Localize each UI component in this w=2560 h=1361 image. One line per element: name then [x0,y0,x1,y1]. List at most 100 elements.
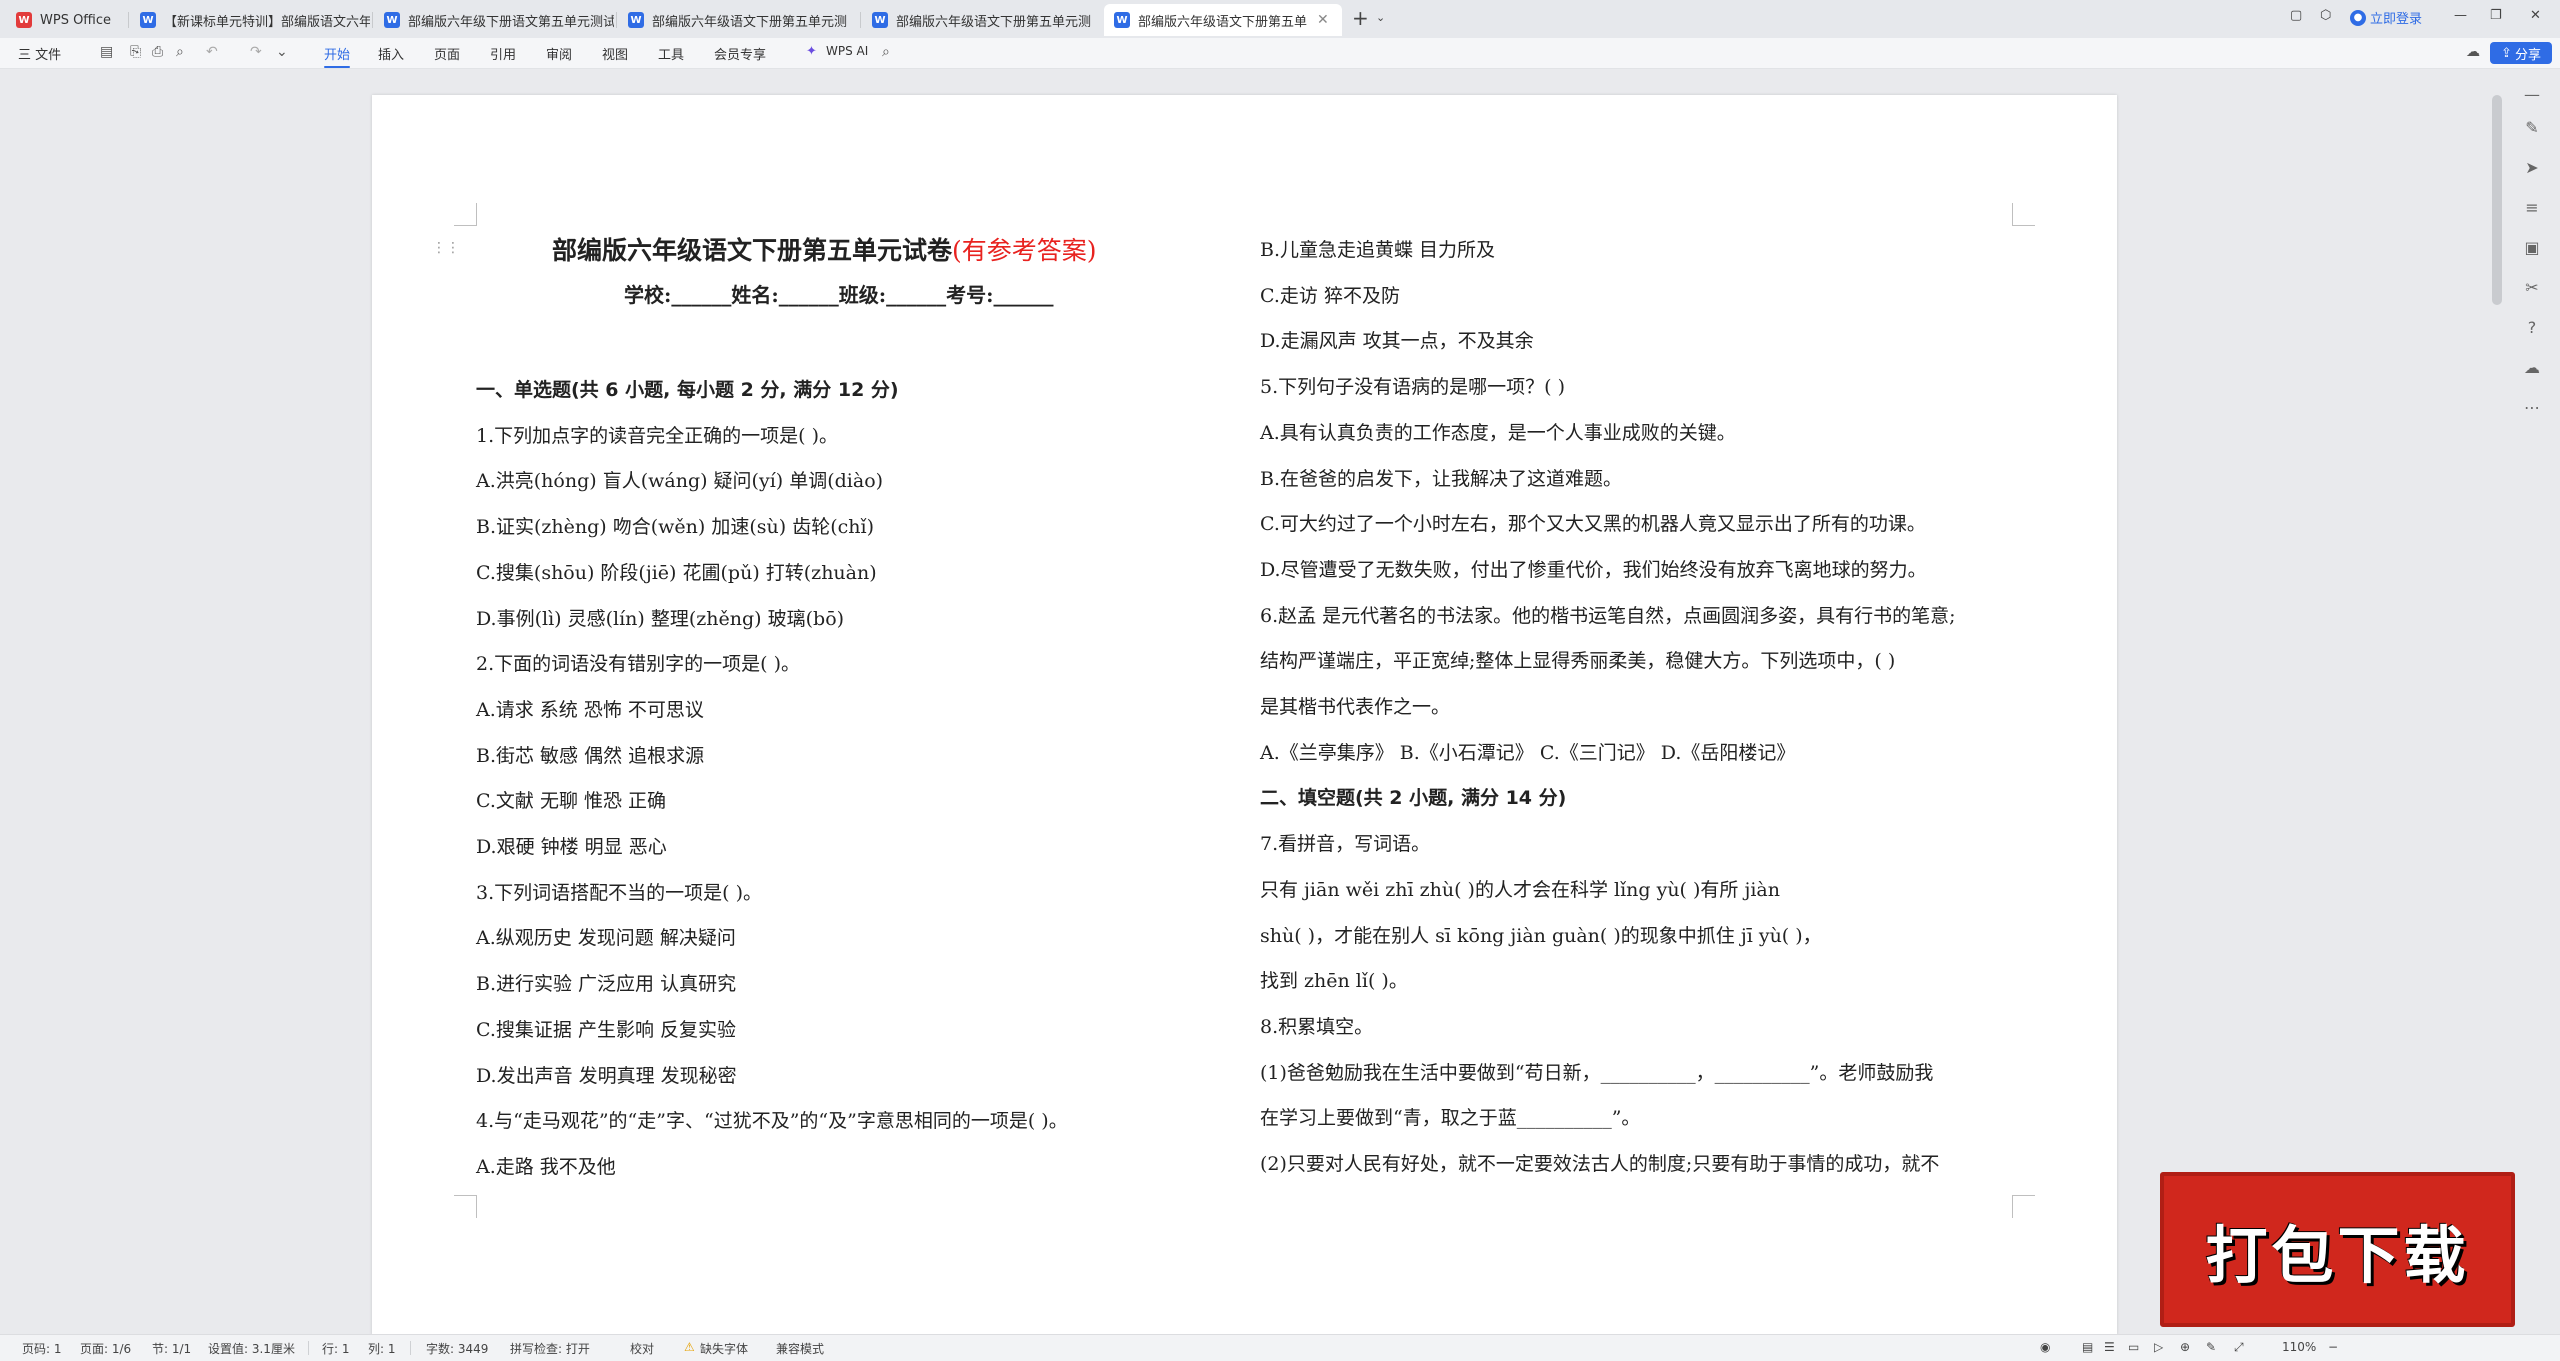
chevron-down-icon[interactable]: ⌄ [1376,11,1385,24]
vertical-scrollbar[interactable] [2492,95,2502,305]
wps-ai-button[interactable]: WPS AI [826,44,868,58]
page-view-icon[interactable]: ▤ [2082,1340,2093,1354]
share-icon: ⇪ [2501,45,2512,61]
web-view-icon[interactable]: ⊕ [2180,1340,2190,1354]
minimize-icon[interactable]: — [2454,8,2467,23]
tab-insert[interactable]: 插入 [378,44,404,63]
window-layout-icon[interactable]: ▢ [2290,8,2302,23]
cloud-icon[interactable]: ☁ [2518,358,2546,377]
tab-label: 部编版六年级下册语文第五单元测试 [408,14,614,30]
download-banner[interactable]: 打包下载 [2160,1172,2515,1327]
print-icon[interactable]: ⎙ [152,44,163,60]
cloud-sync-icon[interactable]: ☁ [2466,44,2480,60]
fit-screen-icon[interactable]: ⤢ [2234,1340,2244,1355]
question-line: 找到 zhēn lǐ( )。 [1260,970,1408,993]
question-line: (2)只要对人民有好处，就不一定要效法古人的制度;只要有助于事情的成功，就不 [1260,1153,1940,1175]
question-line: D.尽管遭受了无数失败，付出了惨重代价，我们始终没有放弃飞离地球的努力。 [1260,558,1927,581]
eye-icon[interactable]: ◉ [2040,1340,2050,1354]
close-icon[interactable]: • [857,12,858,28]
document-page[interactable]: 部编版六年级语文下册第五单元试卷(有参考答案) 学校:______姓名:____… [372,95,2117,1335]
file-menu[interactable]: 三 文件 [18,44,61,63]
question-line: D.事例(lì) 灵感(lín) 整理(zhěng) 玻璃(bō) [476,607,845,630]
tab-review[interactable]: 审阅 [546,44,572,63]
question-line: 3.下列词语搭配不当的一项是( )。 [476,881,762,904]
wps-logo-icon: W [16,12,32,28]
more-icon[interactable]: ⋯ [2518,398,2546,417]
cube-icon[interactable]: ⬡ [2320,8,2331,23]
close-window-icon[interactable]: ✕ [2530,8,2541,23]
new-tab-plus-icon[interactable]: + [1352,6,1369,30]
tab-label: 【新课标单元特训】部编版语文六年 [164,14,370,30]
tab-tools[interactable]: 工具 [658,44,684,63]
tab-view[interactable]: 视图 [602,44,628,63]
chevron-down-icon[interactable]: ⌄ [276,44,288,60]
zoom-level[interactable]: 110% [2282,1340,2316,1354]
play-icon[interactable]: ▷ [2154,1340,2163,1354]
close-icon[interactable]: • [1101,12,1102,28]
status-missing-font[interactable]: 缺失字体 [700,1340,748,1357]
question-line: B.证实(zhèng) 吻合(wěn) 加速(sù) 齿轮(chǐ) [476,516,874,539]
status-page-number: 页码: 1 [22,1342,62,1356]
status-compat-mode: 兼容模式 [776,1342,825,1356]
new-doc-icon[interactable]: ▤ [100,44,113,60]
tab-document-active[interactable]: W 部编版六年级语文下册第五单 ✕ [1104,4,1342,36]
drag-handle-icon[interactable]: ⋮⋮ [432,240,460,256]
ribbon-menu-bar: 三 文件 ▤ ⎘ ⎙ ⌕ ↶ ↷ ⌄ 开始 插入 页面 引用 审阅 视图 工具 … [0,38,2560,69]
question-line: 结构严谨端庄，平正宽绰;整体上显得秀丽柔美，稳健大方。下列选项中，( ) [1260,650,1896,673]
question-line: C.文献 无聊 惟恐 正确 [476,790,667,813]
edit-pen-icon[interactable]: ✎ [2518,118,2546,137]
title-tab-bar: W WPS Office W 【新课标单元特训】部编版语文六年 W 部编版六年级… [0,0,2560,39]
restore-icon[interactable]: ❐ [2490,8,2502,23]
share-button[interactable]: ⇪ 分享 [2490,42,2552,64]
search-icon[interactable]: ⌕ [882,44,890,60]
tab-references[interactable]: 引用 [490,44,516,63]
status-page-count: 页面: 1/6 [80,1342,132,1356]
adjust-icon[interactable]: ≡ [2518,198,2546,217]
tab-document-2[interactable]: W 部编版六年级下册语文第五单元测试 [374,4,614,36]
read-view-icon[interactable]: ▭ [2128,1340,2139,1354]
tab-document-1[interactable]: W 【新课标单元特训】部编版语文六年 [130,4,370,36]
pen-view-icon[interactable]: ✎ [2206,1340,2216,1354]
tab-member[interactable]: 会员专享 [714,44,766,63]
status-column: 列: 1 [368,1342,396,1356]
tab-document-4[interactable]: W 部编版六年级语文下册第五单元测 • [862,4,1102,36]
status-word-count[interactable]: 字数: 3449 [426,1340,488,1357]
tools-icon[interactable]: ✂ [2518,278,2546,297]
status-spell-check[interactable]: 拼写检查: 打开 [510,1340,590,1357]
question-line: 在学习上要做到“青，取之于蓝__________”。 [1260,1107,1641,1130]
login-button[interactable]: ● 立即登录 [2350,8,2422,27]
outline-view-icon[interactable]: ☰ [2104,1340,2115,1354]
print-preview-icon[interactable]: ⌕ [176,44,184,60]
share-label: 分享 [2514,47,2541,63]
help-icon[interactable]: ? [2518,318,2546,337]
tab-document-3[interactable]: W 部编版六年级语文下册第五单元测 • [618,4,858,36]
question-line: shù( )，才能在别人 sī kōng jiàn guàn( )的现象中抓住 … [1260,924,1822,947]
word-doc-icon: W [872,12,888,28]
section-heading: 二、填空题(共 2 小题, 满分 14 分) [1260,787,1567,810]
image-tool-icon[interactable]: ▣ [2518,238,2546,257]
question-line: A.洪亮(hóng) 盲人(wáng) 疑问(yí) 单调(diào) [476,470,884,493]
question-line: 是其楷书代表作之一。 [1260,696,1451,718]
wps-ai-icon[interactable]: ✦ [806,44,817,59]
crop-mark [2012,203,2035,226]
question-line: 7.看拼音，写词语。 [1260,833,1431,856]
undo-icon[interactable]: ↶ [206,44,218,60]
question-line: B.儿童急走追黄蝶 目力所及 [1260,239,1496,261]
title-answer-note: (有参考答案) [952,236,1097,265]
status-proofread[interactable]: 校对 [630,1340,654,1357]
collapse-icon[interactable]: — [2518,85,2546,104]
tab-page[interactable]: 页面 [434,44,460,63]
tab-home[interactable]: 开始 [324,44,351,68]
tab-label: 部编版六年级语文下册第五单 [1138,14,1308,30]
select-cursor-icon[interactable]: ➤ [2518,158,2546,177]
redo-icon[interactable]: ↷ [250,44,262,60]
word-doc-icon: W [140,12,156,28]
warning-icon: ⚠ [684,1340,695,1354]
zoom-out-icon[interactable]: − [2328,1340,2338,1354]
close-icon[interactable]: ✕ [1317,12,1329,28]
tab-wps-office[interactable]: W WPS Office [6,4,126,36]
status-section: 节: 1/1 [152,1342,192,1356]
save-icon[interactable]: ⎘ [130,44,141,60]
tab-label: 部编版六年级语文下册第五单元测 [652,14,848,30]
question-line: D.走漏风声 攻其一点，不及其余 [1260,330,1534,353]
